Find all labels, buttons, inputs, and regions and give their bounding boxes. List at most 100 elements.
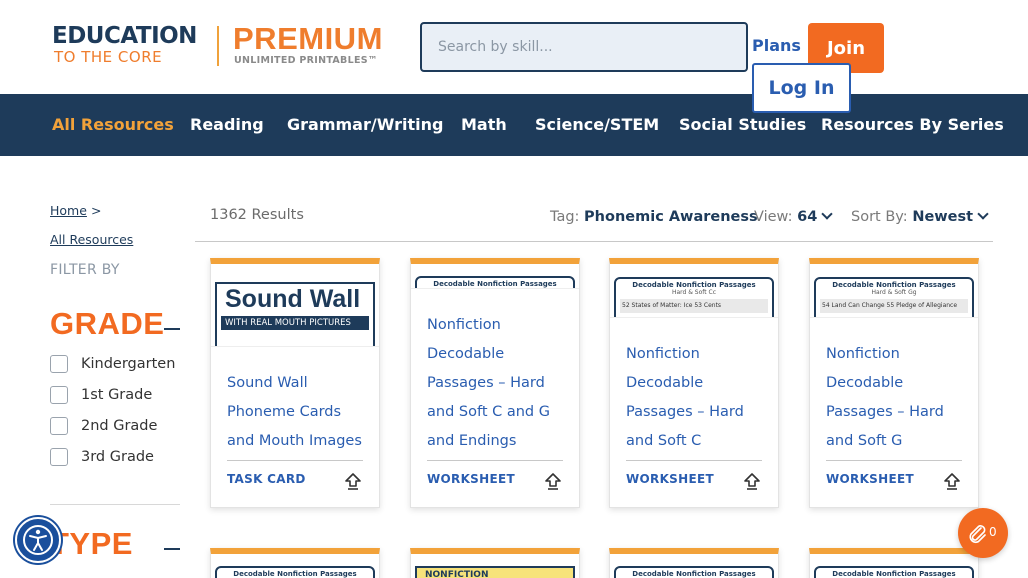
thumbnail-heading: Sound Wall [225, 285, 361, 313]
card-title-line: and Soft G [826, 433, 903, 449]
share-icon[interactable] [344, 472, 362, 490]
results-count: 1362 Results [210, 207, 304, 223]
thumbnail-heading: NONFICTION [425, 570, 489, 578]
card-title-line: and Soft C [626, 433, 702, 449]
thumbnail-image: Decodable Nonfiction Passages [814, 566, 974, 578]
chevron-down-icon [821, 208, 833, 220]
logo-divider [217, 26, 219, 66]
nav-all-resources[interactable]: All Resources [52, 94, 174, 156]
filter-heading: FILTER BY [50, 262, 120, 278]
accessibility-button[interactable] [15, 517, 61, 563]
thumbnail-heading: Decodable Nonfiction Passages [832, 570, 956, 578]
thumbnail-heading: Decodable Nonfiction Passages [832, 281, 956, 289]
accessibility-icon [23, 525, 53, 555]
grade-option-label: 3rd Grade [81, 449, 154, 465]
resource-card[interactable]: Decodable Nonfiction Passages [809, 548, 979, 578]
card-title-line: Passages – Hard [626, 404, 744, 420]
card-thumbnail[interactable]: Decodable Nonfiction Passages [411, 264, 579, 289]
logo-premium: PREMIUM [233, 21, 383, 56]
thumbnail-heading: Decodable Nonfiction Passages [433, 280, 557, 288]
card-title[interactable]: Nonfiction Decodable Passages – Hard and… [427, 311, 550, 456]
grade-option-3rd[interactable]: 3rd Grade [50, 446, 154, 468]
thumbnail-subheading: Hard & Soft Cc [671, 289, 717, 296]
card-title-line: Nonfiction [826, 346, 900, 362]
thumbnail-image: Decodable Nonfiction Passages [415, 276, 575, 288]
logo-tagline: UNLIMITED PRINTABLES™ [234, 55, 378, 66]
card-type: WORKSHEET [427, 472, 515, 486]
card-divider [427, 460, 563, 461]
breadcrumb-all-resources[interactable]: All Resources [50, 232, 133, 247]
thumbnail-subheading: Hard & Soft Gg [871, 289, 917, 296]
resource-card[interactable]: Decodable Nonfiction Passages Hard & Sof… [609, 258, 779, 508]
thumbnail-image: Decodable Nonfiction Passages [614, 566, 774, 578]
card-divider [826, 460, 962, 461]
grade-option-label: 2nd Grade [81, 418, 158, 434]
card-title-line: Decodable [626, 375, 704, 391]
card-thumbnail[interactable]: Sound Wall WITH REAL MOUTH PICTURES [211, 264, 379, 347]
resource-card[interactable]: Decodable Nonfiction Passages Hard & Sof… [809, 258, 979, 508]
grade-option-1st[interactable]: 1st Grade [50, 384, 152, 406]
breadcrumb-separator: > [91, 203, 102, 218]
saved-items-count: 0 [989, 525, 997, 539]
nav-reading[interactable]: Reading [190, 94, 264, 156]
card-title[interactable]: Sound Wall Phoneme Cards and Mouth Image… [227, 369, 362, 456]
grade-option-kindergarten[interactable]: Kindergarten [50, 353, 175, 375]
nav-math[interactable]: Math [461, 94, 507, 156]
card-title-line: and Mouth Images [227, 433, 362, 449]
chevron-down-icon [977, 208, 989, 220]
type-facet-title[interactable]: TYPE [50, 526, 133, 562]
site-logo[interactable]: EDUCATION TO THE CORE PREMIUM UNLIMITED … [52, 21, 397, 70]
breadcrumb-home[interactable]: Home [50, 203, 87, 218]
thumbnail-row: 54 Land Can Change 55 Pledge of Allegian… [820, 299, 968, 313]
checkbox[interactable] [50, 386, 68, 404]
thumbnail-image: Decodable Nonfiction Passages Hard & Sof… [614, 277, 774, 317]
checkbox[interactable] [50, 448, 68, 466]
nav-grammar-writing[interactable]: Grammar/Writing [287, 94, 443, 156]
checkbox[interactable] [50, 417, 68, 435]
card-thumbnail[interactable]: Decodable Nonfiction Passages Hard & Sof… [810, 264, 978, 318]
grade-option-label: Kindergarten [81, 356, 176, 372]
card-thumbnail[interactable]: Decodable Nonfiction Passages Hard & Sof… [610, 264, 778, 318]
nav-science-stem[interactable]: Science/STEM [535, 94, 659, 156]
login-button[interactable]: Log In [752, 63, 851, 113]
resource-card[interactable]: Decodable Nonfiction Passages [609, 548, 779, 578]
grade-facet-title[interactable]: GRADE [50, 306, 164, 342]
card-title[interactable]: Nonfiction Decodable Passages – Hard and… [626, 340, 744, 456]
resource-card[interactable]: Decodable Nonfiction Passages [210, 548, 380, 578]
card-type: TASK CARD [227, 472, 306, 486]
sort-label: Sort By: [851, 209, 908, 225]
thumbnail-image: Decodable Nonfiction Passages [215, 566, 375, 578]
tag-filter[interactable]: Tag: Phonemic Awareness [550, 209, 758, 225]
grade-collapse-icon[interactable] [164, 328, 180, 330]
paperclip-icon [969, 525, 986, 544]
view-value: 64 [797, 209, 818, 225]
share-icon[interactable] [743, 472, 761, 490]
type-collapse-icon[interactable] [164, 548, 180, 550]
resource-card[interactable]: NONFICTION [410, 548, 580, 578]
thumbnail-image: Decodable Nonfiction Passages Hard & Sof… [814, 277, 974, 317]
sort-select[interactable]: Sort By: Newest [851, 208, 989, 225]
main-nav: All Resources Reading Grammar/Writing Ma… [0, 94, 1028, 156]
view-select[interactable]: View: 64 [754, 208, 833, 225]
thumbnail-subheading: WITH REAL MOUTH PICTURES [221, 316, 369, 330]
card-divider [626, 460, 762, 461]
card-title-line: Nonfiction [427, 317, 501, 333]
card-type: WORKSHEET [826, 472, 914, 486]
card-title-line: Decodable [427, 346, 505, 362]
grade-option-2nd[interactable]: 2nd Grade [50, 415, 157, 437]
site-header: EDUCATION TO THE CORE PREMIUM UNLIMITED … [0, 0, 1028, 94]
resource-card[interactable]: Sound Wall WITH REAL MOUTH PICTURES Soun… [210, 258, 380, 508]
card-title-line: Decodable [826, 375, 904, 391]
card-title-line: and Soft C and G [427, 404, 550, 420]
share-icon[interactable] [943, 472, 961, 490]
share-icon[interactable] [544, 472, 562, 490]
saved-items-button[interactable]: 0 [958, 508, 1008, 558]
plans-link[interactable]: Plans [752, 36, 801, 55]
card-title[interactable]: Nonfiction Decodable Passages – Hard and… [826, 340, 944, 456]
tag-label: Tag: [550, 209, 580, 225]
card-title-line: Nonfiction [626, 346, 700, 362]
resource-card[interactable]: Decodable Nonfiction Passages Nonfiction… [410, 258, 580, 508]
card-title-line: and Endings [427, 433, 517, 449]
search-input[interactable] [420, 22, 748, 72]
checkbox[interactable] [50, 355, 68, 373]
